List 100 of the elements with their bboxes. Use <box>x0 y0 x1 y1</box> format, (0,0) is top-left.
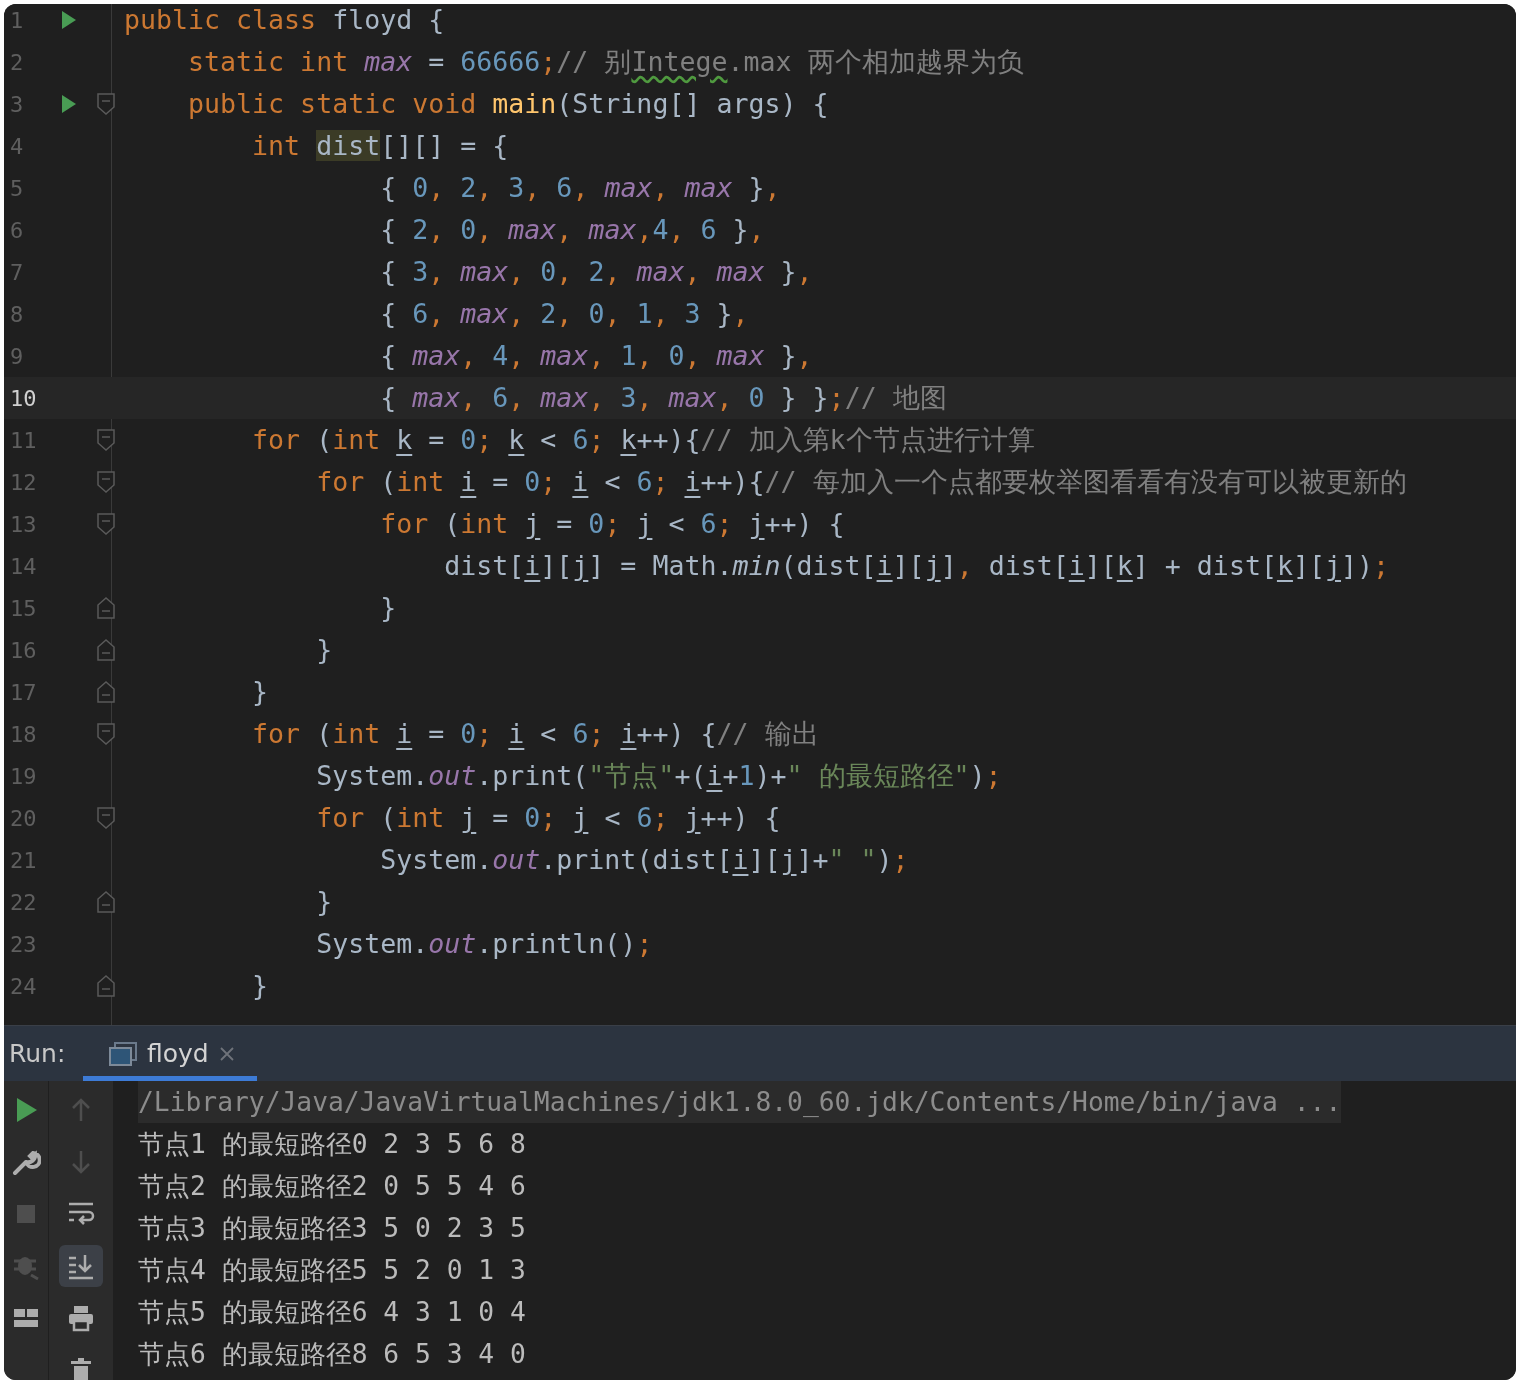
keyword: ; <box>476 424 494 455</box>
keyword: public static void <box>188 88 478 119</box>
number-literal: 4 <box>492 340 509 371</box>
fold-icon[interactable] <box>97 975 115 997</box>
keyword: , <box>764 172 781 203</box>
fold-icon[interactable] <box>97 513 115 535</box>
keyword: , <box>636 340 654 371</box>
code-text: ][ <box>892 550 925 581</box>
keyword: , <box>684 340 702 371</box>
code-text: .print( <box>476 760 589 791</box>
fold-icon[interactable] <box>97 471 115 493</box>
toolbar-button[interactable] <box>59 1245 103 1287</box>
keyword: , <box>588 382 606 413</box>
keyword: ; <box>540 46 557 77</box>
fold-icon[interactable] <box>97 681 115 703</box>
code-text: ]+ <box>796 844 829 875</box>
fold-icon[interactable] <box>97 807 115 829</box>
variable-name: i <box>396 718 413 749</box>
number-literal: 6 <box>492 382 509 413</box>
keyword: ; <box>604 508 622 539</box>
number-literal: 3 <box>412 256 429 287</box>
line-number: 13 <box>9 511 38 537</box>
keyword: for <box>252 424 302 455</box>
field-name: max <box>716 340 765 371</box>
variable-name: j <box>684 802 701 833</box>
variable-name: j <box>924 550 941 581</box>
number-literal: 3 <box>508 172 525 203</box>
code-text: } <box>252 970 269 1001</box>
number-literal: 0 <box>540 256 557 287</box>
keyword: ; <box>828 382 845 413</box>
number-literal: 3 <box>684 298 701 329</box>
keyword: , <box>796 256 813 287</box>
keyword: int <box>332 424 382 455</box>
code-text: System. <box>316 760 429 791</box>
fold-icon[interactable] <box>97 597 115 619</box>
number-literal: 0 <box>668 340 685 371</box>
misspelled-word: Intege <box>631 46 728 77</box>
line-number: 6 <box>9 217 25 243</box>
comment: // 地图 <box>844 382 947 413</box>
keyword: , <box>652 172 670 203</box>
keyword: , <box>460 340 478 371</box>
number-literal: 1 <box>738 760 755 791</box>
keyword: , <box>476 214 494 245</box>
keyword: , <box>604 256 622 287</box>
code-text: ) <box>876 844 893 875</box>
number-literal: 6 <box>700 214 717 245</box>
run-icon[interactable] <box>62 11 76 29</box>
line-number: 7 <box>9 259 25 285</box>
console-line: 节点5 的最短路径6 4 3 1 0 4 <box>138 1296 526 1329</box>
field-name: max <box>588 214 637 245</box>
number-literal: 0 <box>588 508 605 539</box>
number-literal: 0 <box>460 424 477 455</box>
fold-icon[interactable] <box>97 723 115 745</box>
number-literal: 66666 <box>460 46 541 77</box>
keyword: ; <box>892 844 909 875</box>
keyword: int <box>332 718 382 749</box>
number-literal: 6 <box>700 508 717 539</box>
variable-name: k <box>1276 550 1293 581</box>
keyword: static int <box>188 46 350 77</box>
keyword: , <box>524 172 542 203</box>
code-text: { <box>380 298 398 329</box>
code-text: ++){ <box>636 424 701 455</box>
run-icon[interactable] <box>62 95 76 113</box>
line-number: 24 <box>9 973 38 999</box>
variable-name: i <box>732 844 749 875</box>
number-literal: 0 <box>524 802 541 833</box>
code-text: [][] = { <box>380 130 509 161</box>
variable-name: j <box>572 802 589 833</box>
fold-icon[interactable] <box>97 891 115 913</box>
code-text: ( <box>380 802 397 833</box>
code-text: ][ <box>1084 550 1117 581</box>
keyword: , <box>588 340 606 371</box>
fold-icon[interactable] <box>97 639 115 661</box>
variable-name: j <box>636 508 653 539</box>
keyword: , <box>428 214 446 245</box>
keyword: for <box>252 718 302 749</box>
keyword: , <box>684 256 702 287</box>
code-text: ] + dist[ <box>1132 550 1277 581</box>
code-text: ( <box>444 508 461 539</box>
number-literal: 6 <box>572 718 589 749</box>
line-number: 5 <box>9 175 25 201</box>
field-name: max <box>412 382 461 413</box>
code-text: ++) { <box>764 508 845 539</box>
fold-icon[interactable] <box>97 93 115 115</box>
code-text: floyd { <box>332 4 445 35</box>
keyword: , <box>428 298 446 329</box>
keyword: , <box>956 550 974 581</box>
console-line: 节点2 的最短路径2 0 5 5 4 6 <box>138 1170 526 1203</box>
number-literal: 6 <box>636 802 653 833</box>
code-text: ] <box>940 550 957 581</box>
string-literal: "节点" <box>588 760 675 791</box>
keyword: ; <box>588 424 606 455</box>
console-icon <box>109 1041 137 1066</box>
code-text: { <box>380 340 398 371</box>
method-name: min <box>732 550 781 581</box>
code-text: (dist[ <box>780 550 877 581</box>
keyword: , <box>796 340 813 371</box>
keyword: ; <box>636 928 653 959</box>
fold-icon[interactable] <box>97 429 115 451</box>
number-literal: 6 <box>412 298 429 329</box>
